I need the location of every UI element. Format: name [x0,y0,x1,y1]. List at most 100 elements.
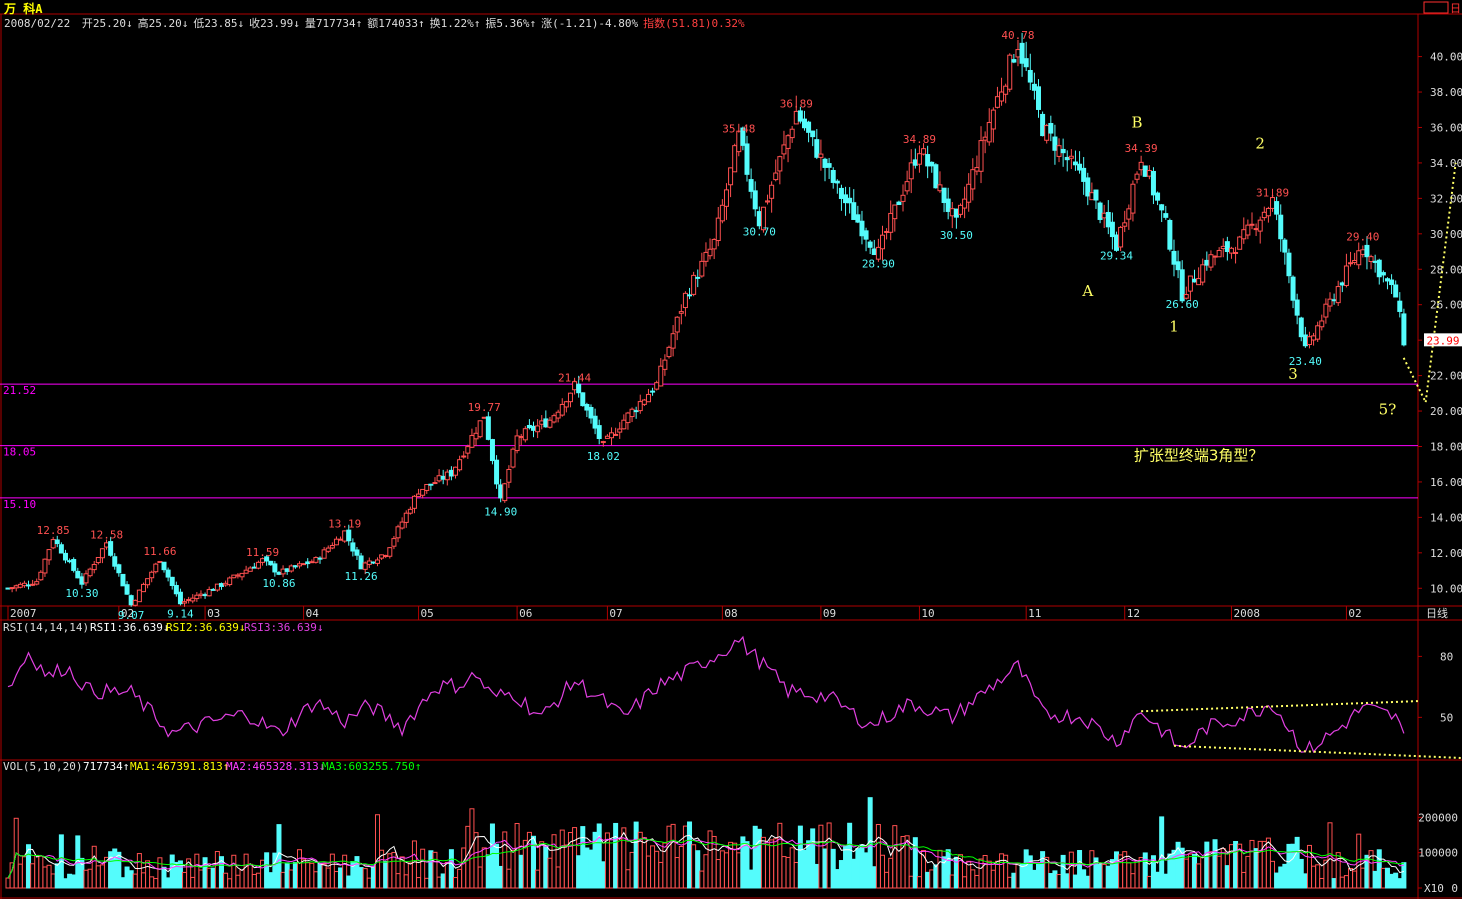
candle [71,559,77,571]
candle [313,557,319,563]
support-line-label: 21.52 [3,384,36,397]
candle [444,471,450,481]
volume-bar [543,845,549,889]
volume-bar [1146,875,1152,889]
volume-bar [847,822,853,889]
rsi-tick-label: 80 [1440,650,1453,663]
candle [1130,183,1136,214]
quote-item: 低23.85↓ [193,17,245,30]
candle [173,585,179,595]
volume-bar [424,877,430,889]
vol-tick-label: 0 [1451,882,1458,895]
wave-label: 1 [1169,317,1179,335]
volume-bar [202,857,208,889]
volume-bar [481,847,487,889]
volume-bar [1315,864,1321,889]
candle [1196,278,1202,286]
high-price-label: 21.44 [558,372,591,385]
candle [190,597,196,602]
volume-bar [859,844,865,889]
volume-bar [1192,853,1198,889]
volume-bar [678,845,684,889]
volume-bar [707,830,713,889]
volume-bar [719,850,725,889]
quote-item: 高25.20↓ [137,17,189,30]
candle [625,412,631,424]
volume-bar [87,868,93,889]
volume-bar [461,847,467,889]
candle [1035,86,1041,110]
candle [124,584,130,595]
volume-bar [444,861,450,889]
candle [1294,299,1300,316]
volume-bar [1352,870,1358,889]
candle [1356,250,1362,266]
price-tick-label: 10.00 [1430,582,1462,595]
volume-bar [613,822,619,889]
candle [1155,192,1161,201]
candle [436,475,442,482]
candle [765,200,771,203]
volume-bar [633,821,639,889]
high-price-label: 11.59 [246,546,279,559]
candle [1204,259,1210,266]
volume-bar [411,840,417,889]
candle [1278,214,1284,240]
candle [970,169,976,190]
price-tick-label: 30.00 [1430,228,1462,241]
candle [904,181,910,192]
volume-bar [247,863,253,889]
candle [243,569,249,574]
last-price-value: 23.99 [1426,334,1459,347]
candle [1150,170,1156,196]
volume-bar [916,876,922,889]
volume-bar [235,874,241,889]
candle [703,251,709,262]
wave-label: 3 [1288,365,1298,383]
candle [1171,250,1177,265]
candle [120,573,126,587]
volume-bar [21,856,27,889]
candle [1040,113,1046,137]
volume-bar [863,852,869,889]
candle [555,411,561,419]
date-unit-label: 日线 [1426,606,1448,620]
volume-bar [30,863,36,889]
stock-chart[interactable]: 日10.0012.0014.0016.0018.0020.0022.0024.0… [0,0,1462,899]
price-tick-label: 16.00 [1430,476,1462,489]
candle [157,560,163,564]
volume-bar [687,821,693,889]
candle [214,583,220,591]
candle [621,419,627,430]
volume-bar [145,860,151,889]
volume-bar [383,860,389,889]
volume-bar [1220,848,1226,889]
candle [908,162,914,180]
volume-bar [830,848,836,889]
volume-bar [814,863,820,889]
candle [1192,278,1198,283]
candle [38,571,44,581]
volume-bar [617,838,623,889]
candle [838,187,844,199]
high-price-label: 31.89 [1256,186,1289,199]
volume-bar [1048,873,1054,889]
candle [198,593,204,596]
candle [424,483,430,491]
candle [723,189,729,207]
candle [83,573,89,584]
candle [526,424,532,429]
candle [301,563,307,566]
price-tick-label: 26.00 [1430,299,1462,312]
high-price-label: 29.40 [1346,230,1379,243]
volume-bar [1397,878,1403,889]
candle [818,153,824,158]
volume-bar [777,822,783,889]
volume-bar [879,854,885,889]
volume-bar [1064,873,1070,889]
volume-bar [1294,836,1300,889]
candle [1282,239,1288,253]
volume-bar [333,871,339,889]
volume-bar [892,825,898,889]
volume-bar [140,872,146,889]
